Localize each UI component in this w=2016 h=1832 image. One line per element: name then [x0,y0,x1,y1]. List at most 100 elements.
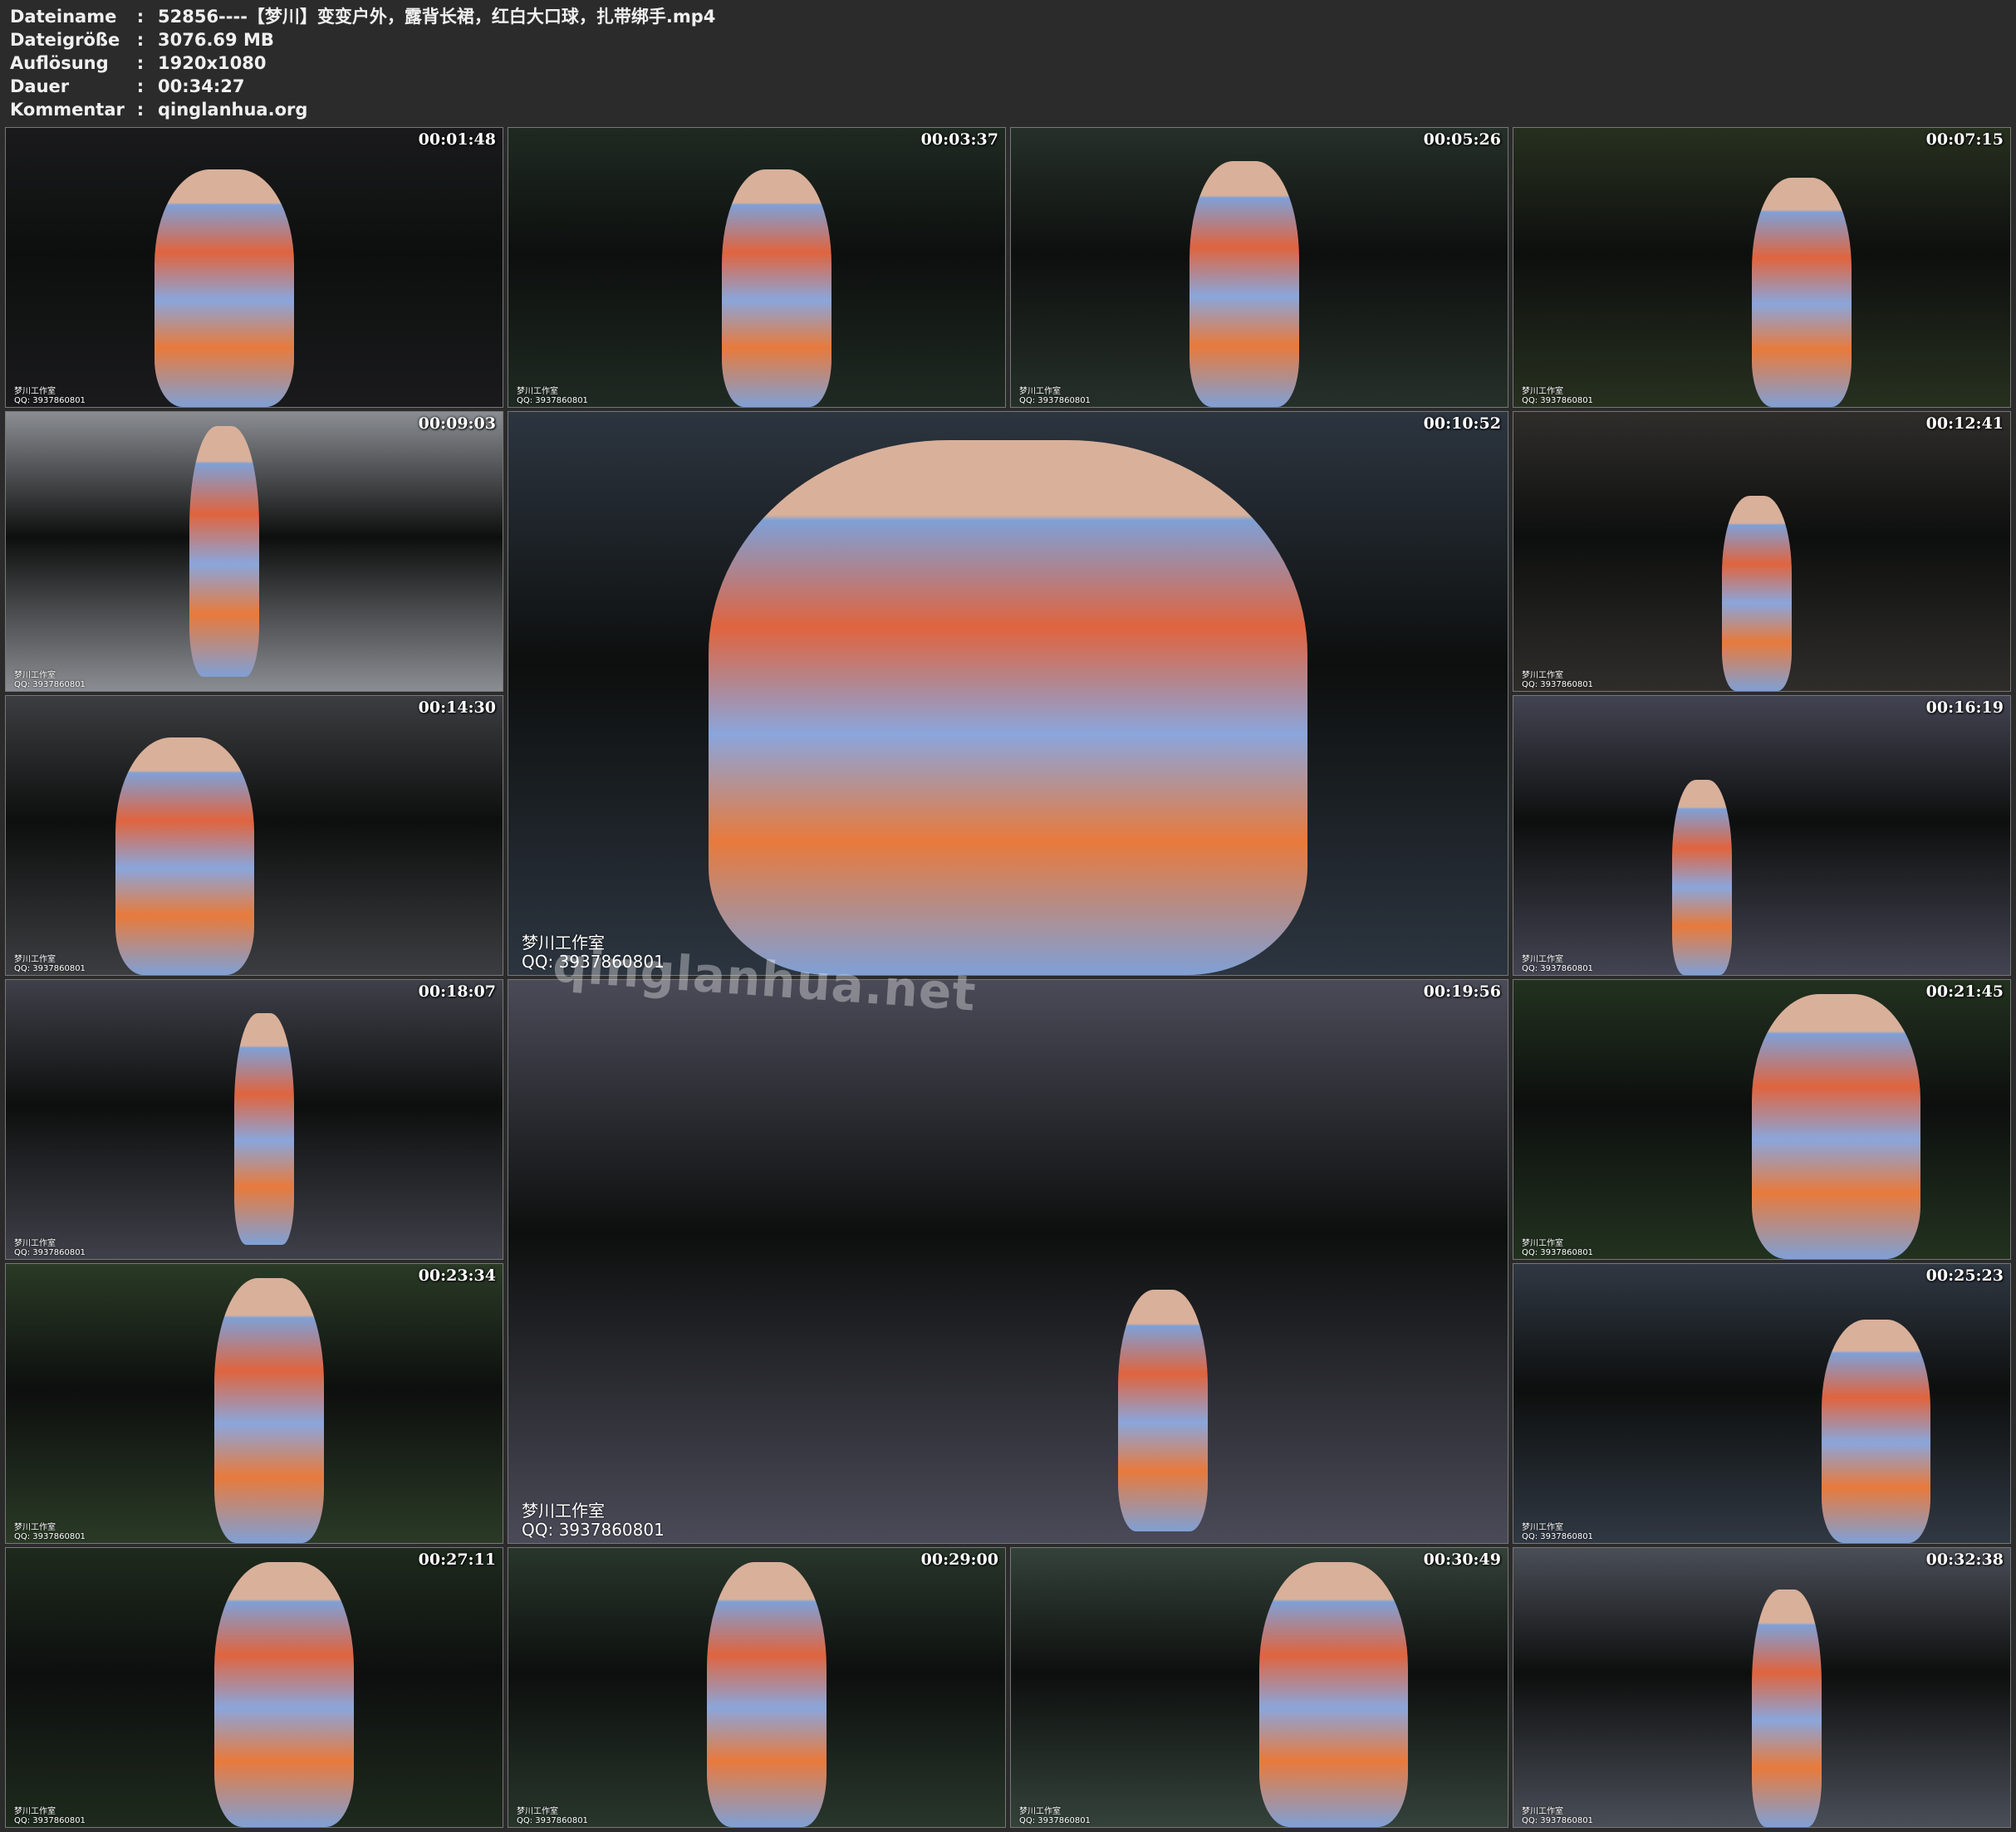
studio-watermark: 梦川工作室 QQ: 3937860801 [1522,955,1593,973]
figure-shape [1189,161,1299,407]
video-thumbnail: 00:29:00 梦川工作室 QQ: 3937860801 [508,1547,1006,1828]
studio-watermark: 梦川工作室 QQ: 3937860801 [1522,1807,1593,1825]
video-thumbnail: 00:30:49 梦川工作室 QQ: 3937860801 [1010,1547,1508,1828]
studio-name: 梦川工作室 [14,955,56,964]
video-thumbnail: 00:01:48 梦川工作室 QQ: 3937860801 [5,127,503,408]
studio-watermark: 梦川工作室 QQ: 3937860801 [522,1501,665,1540]
studio-qq: QQ: 3937860801 [14,396,86,405]
timestamp: 00:19:56 [1423,982,1501,1001]
video-thumbnail: 00:14:30 梦川工作室 QQ: 3937860801 [5,695,503,976]
studio-name: 梦川工作室 [517,387,558,396]
figure-shape [1752,993,1921,1259]
studio-qq: QQ: 3937860801 [14,1816,86,1825]
video-thumbnail: 00:09:03 梦川工作室 QQ: 3937860801 [5,411,503,692]
timestamp: 00:03:37 [920,130,998,149]
studio-name: 梦川工作室 [522,1501,605,1521]
video-thumbnail: 00:18:07 梦川工作室 QQ: 3937860801 [5,979,503,1260]
timestamp: 00:05:26 [1423,130,1501,149]
studio-watermark: 梦川工作室 QQ: 3937860801 [1019,1807,1091,1825]
studio-qq: QQ: 3937860801 [14,1532,86,1541]
timestamp: 00:01:48 [418,130,496,149]
timestamp: 00:16:19 [1925,698,2004,717]
timestamp: 00:27:11 [418,1550,496,1569]
studio-watermark: 梦川工作室 QQ: 3937860801 [1522,1239,1593,1257]
video-thumbnail: 00:23:34 梦川工作室 QQ: 3937860801 [5,1263,503,1544]
figure-shape [1722,495,1792,691]
thumbnail-grid: 00:01:48 梦川工作室 QQ: 3937860801 00:03:37 梦川工作室… [0,0,2016,1832]
figure-shape [1259,1561,1409,1827]
studio-name: 梦川工作室 [14,671,56,680]
studio-watermark: 梦川工作室 QQ: 3937860801 [1522,387,1593,405]
studio-watermark: 梦川工作室 QQ: 3937860801 [517,387,588,405]
studio-name: 梦川工作室 [14,1807,56,1816]
studio-name: 梦川工作室 [1522,955,1563,964]
studio-watermark: 梦川工作室 QQ: 3937860801 [14,1239,86,1257]
video-thumbnail: 00:16:19 梦川工作室 QQ: 3937860801 [1513,695,2011,976]
studio-name: 梦川工作室 [517,1807,558,1816]
studio-qq: QQ: 3937860801 [1522,964,1593,973]
studio-watermark: 梦川工作室 QQ: 3937860801 [14,955,86,973]
studio-qq: QQ: 3937860801 [1522,1532,1593,1541]
figure-shape [708,439,1308,975]
thumbnail-scene [6,696,503,975]
studio-qq: QQ: 3937860801 [14,1248,86,1257]
thumbnail-scene [508,980,1508,1543]
timestamp: 00:07:15 [1925,130,2004,149]
timestamp: 00:25:23 [1925,1266,2004,1285]
timestamp: 00:32:38 [1925,1550,2004,1569]
timestamp: 00:12:41 [1925,414,2004,433]
figure-shape [707,1561,827,1827]
studio-name: 梦川工作室 [14,387,56,396]
figure-shape [1752,178,1852,407]
studio-qq: QQ: 3937860801 [522,1520,665,1540]
studio-watermark: 梦川工作室 QQ: 3937860801 [14,387,86,405]
studio-name: 梦川工作室 [1019,1807,1061,1816]
studio-name: 梦川工作室 [1522,1807,1563,1816]
timestamp: 00:09:03 [418,414,496,433]
figure-shape [234,1013,294,1246]
thumbnail-scene [1513,696,2010,975]
studio-name: 梦川工作室 [1522,1523,1563,1532]
video-thumbnail: 00:05:26 梦川工作室 QQ: 3937860801 [1010,127,1508,408]
studio-watermark: 梦川工作室 QQ: 3937860801 [14,1807,86,1825]
studio-qq: QQ: 3937860801 [517,396,588,405]
timestamp: 00:14:30 [418,698,496,717]
figure-shape [1117,1289,1209,1532]
figure-shape [115,737,254,975]
studio-watermark: 梦川工作室 QQ: 3937860801 [1019,387,1091,405]
video-thumbnail: 00:12:41 梦川工作室 QQ: 3937860801 [1513,411,2011,692]
figure-shape [1752,1590,1822,1827]
video-thumbnail: 00:21:45 梦川工作室 QQ: 3937860801 [1513,979,2011,1260]
video-thumbnail: 00:03:37 梦川工作室 QQ: 3937860801 [508,127,1006,408]
studio-name: 梦川工作室 [14,1239,56,1248]
studio-qq: QQ: 3937860801 [1522,680,1593,689]
timestamp: 00:18:07 [418,982,496,1001]
studio-name: 梦川工作室 [1019,387,1061,396]
studio-watermark: 梦川工作室 QQ: 3937860801 [517,1807,588,1825]
figure-shape [155,169,294,407]
figure-shape [722,169,831,407]
timestamp: 00:10:52 [1423,414,1501,433]
video-thumbnail: 00:27:11 梦川工作室 QQ: 3937860801 [5,1547,503,1828]
figure-shape [214,1561,354,1827]
studio-name: 梦川工作室 [14,1523,56,1532]
studio-name: 梦川工作室 [1522,387,1563,396]
video-thumbnail: 00:10:52 梦川工作室 QQ: 3937860801 [508,411,1508,976]
studio-watermark: 梦川工作室 QQ: 3937860801 [1522,671,1593,689]
video-thumbnail: 00:19:56 梦川工作室 QQ: 3937860801 [508,979,1508,1544]
timestamp: 00:29:00 [920,1550,998,1569]
figure-shape [214,1277,324,1543]
studio-qq: QQ: 3937860801 [1522,396,1593,405]
studio-name: 梦川工作室 [1522,1239,1563,1248]
figure-shape [189,425,259,678]
studio-qq: QQ: 3937860801 [14,680,86,689]
studio-watermark: 梦川工作室 QQ: 3937860801 [1522,1523,1593,1541]
studio-qq: QQ: 3937860801 [1019,1816,1091,1825]
studio-qq: QQ: 3937860801 [1522,1248,1593,1257]
video-thumbnail: 00:32:38 梦川工作室 QQ: 3937860801 [1513,1547,2011,1828]
figure-shape [1821,1320,1931,1543]
studio-name: 梦川工作室 [1522,671,1563,680]
timestamp: 00:23:34 [418,1266,496,1285]
studio-watermark: 梦川工作室 QQ: 3937860801 [14,1523,86,1541]
video-thumbnail: 00:07:15 梦川工作室 QQ: 3937860801 [1513,127,2011,408]
